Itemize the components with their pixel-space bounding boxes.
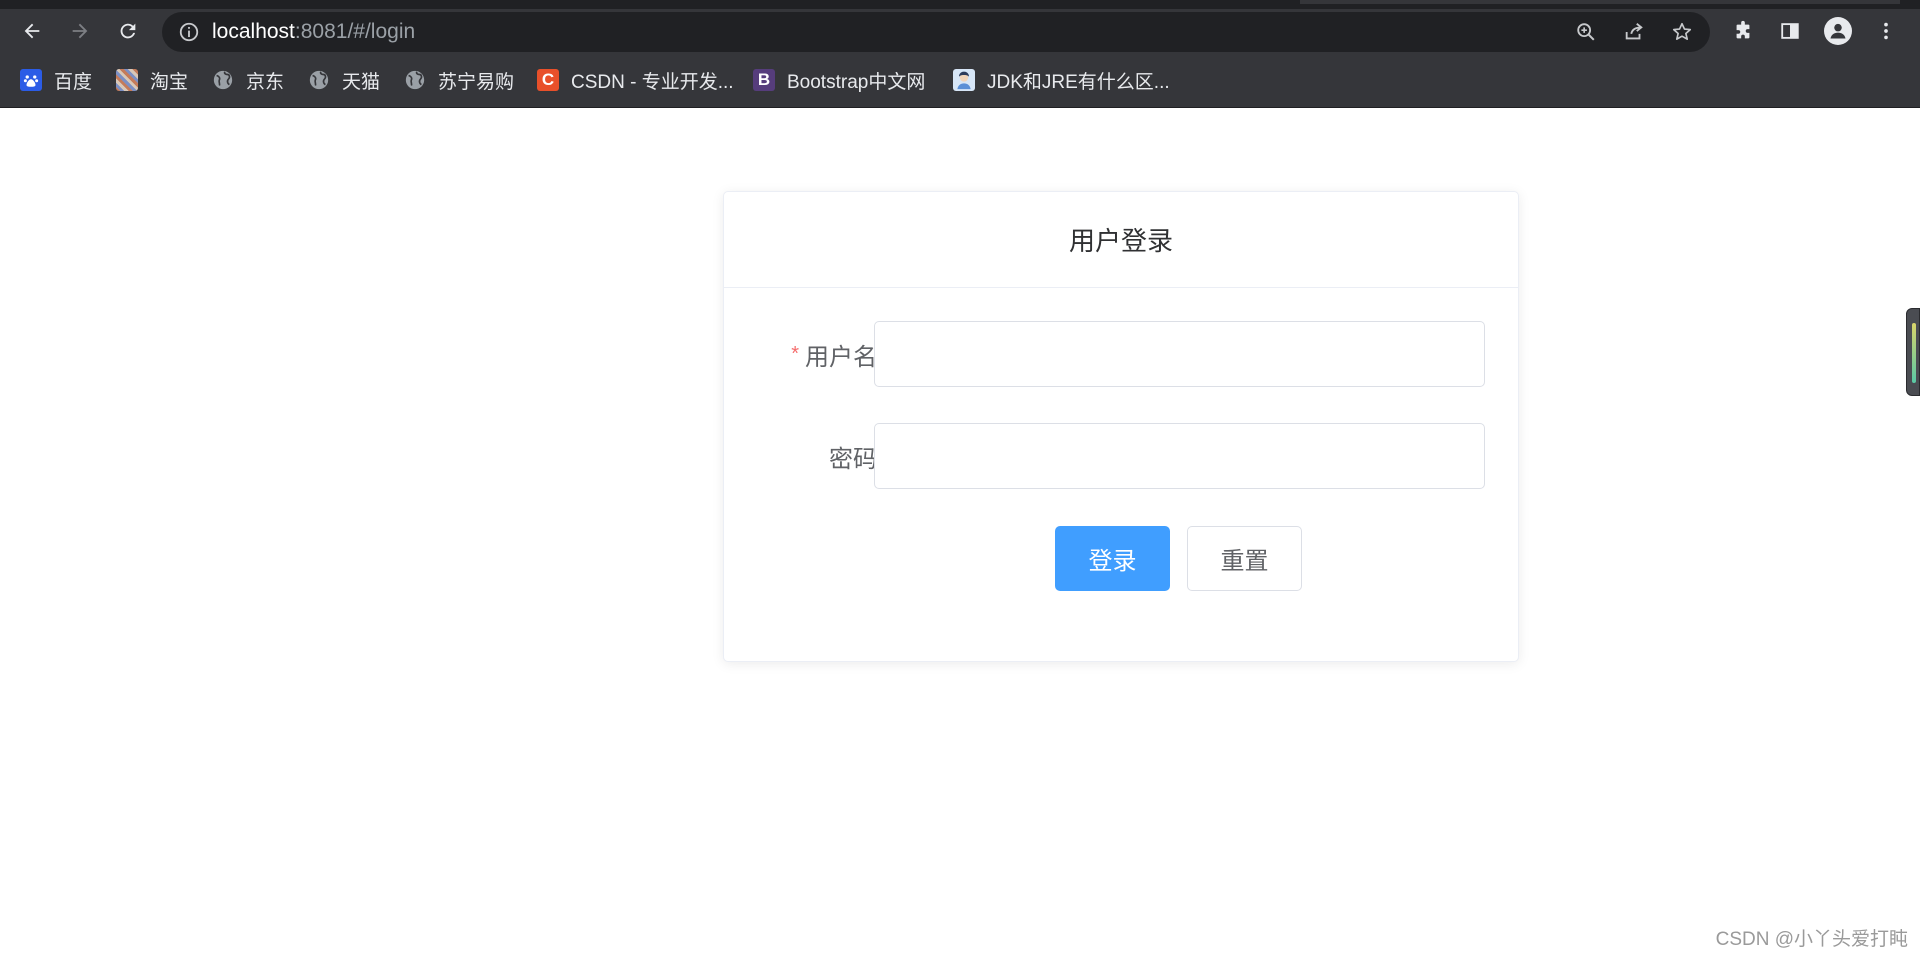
bookmark-baidu[interactable]: 百度 (20, 64, 92, 96)
url-text[interactable]: localhost:8081/#/login (212, 21, 415, 43)
profile-button[interactable] (1820, 13, 1856, 49)
watermark: CSDN @小丫头爱打盹 (1715, 929, 1908, 950)
browser-chrome: localhost:8081/#/login 百度 淘宝 京东 天猫 苏宁易购 … (0, 0, 1920, 108)
tab-strip-edge (1300, 0, 1900, 4)
edge-sidebar-widget[interactable] (1906, 308, 1920, 396)
arrow-right-icon (72, 23, 88, 39)
reset-button[interactable]: 重置 (1187, 526, 1302, 591)
password-label-text: 密码 (829, 445, 877, 473)
username-label-text: 用户名 (805, 343, 877, 371)
arrow-left-icon (24, 23, 40, 39)
bookmark-csdn[interactable]: C CSDN - 专业开发... (537, 64, 734, 96)
bookmark-label: 京东 (246, 71, 285, 93)
star-icon (1672, 22, 1692, 40)
bookmark-label: 淘宝 (150, 71, 189, 93)
login-card: 用户登录 * 用户名 密码 登录 重置 (723, 191, 1519, 662)
username-input[interactable] (874, 321, 1485, 387)
meter-bar (1912, 323, 1916, 383)
profile-avatar (1824, 17, 1852, 45)
bookmark-label: 苏宁易购 (438, 71, 515, 93)
side-panel-icon (1781, 23, 1799, 39)
reload-button[interactable] (110, 13, 146, 49)
login-button[interactable]: 登录 (1055, 526, 1170, 591)
url-host: localhost (212, 20, 295, 43)
site-info-icon[interactable] (178, 21, 200, 43)
puzzle-icon (1736, 20, 1750, 39)
tab-strip (0, 0, 1920, 9)
bookmarks-bar: 百度 淘宝 京东 天猫 苏宁易购 C CSDN - 专业开发... B Boot… (0, 60, 1920, 100)
password-label: 密码 (829, 423, 877, 489)
address-bar[interactable]: localhost:8081/#/login (162, 12, 1710, 52)
bookmark-label: 天猫 (342, 71, 381, 93)
avatar-icon (953, 69, 975, 91)
password-input[interactable] (874, 423, 1485, 489)
bookmark-suning[interactable]: 苏宁易购 (404, 64, 514, 96)
globe-icon (308, 69, 330, 91)
username-label: * 用户名 (791, 321, 877, 387)
browser-menu-button[interactable] (1868, 13, 1904, 49)
reload-icon (120, 23, 136, 39)
share-button[interactable] (1620, 18, 1648, 46)
baidu-icon (20, 69, 42, 91)
extensions-button[interactable] (1725, 13, 1761, 49)
zoom-button[interactable] (1572, 18, 1600, 46)
bookmark-jdk-jre[interactable]: JDK和JRE有什么区... (953, 64, 1170, 96)
side-panel-button[interactable] (1772, 13, 1808, 49)
person-icon (1830, 23, 1846, 39)
globe-icon (212, 69, 234, 91)
back-button[interactable] (14, 13, 50, 49)
bookmark-bootstrap[interactable]: B Bootstrap中文网 (753, 64, 925, 96)
csdn-icon: C (537, 69, 559, 91)
bootstrap-icon: B (753, 69, 775, 91)
bookmark-label: 百度 (54, 71, 93, 93)
globe-icon (404, 69, 426, 91)
browser-toolbar: localhost:8081/#/login (0, 9, 1920, 53)
bookmark-taobao[interactable]: 淘宝 (116, 64, 188, 96)
bookmark-tmall[interactable]: 天猫 (308, 64, 380, 96)
password-form-item: 密码 (724, 423, 1520, 489)
share-icon (1625, 23, 1643, 40)
login-title: 用户登录 (724, 192, 1518, 288)
bookmark-label: CSDN - 专业开发... (571, 71, 734, 93)
required-asterisk: * (791, 342, 799, 365)
username-form-item: * 用户名 (724, 321, 1520, 387)
bookmark-star-button[interactable] (1668, 18, 1696, 46)
bookmark-label: JDK和JRE有什么区... (987, 71, 1170, 93)
more-vertical-icon (1884, 22, 1888, 40)
bookmark-jd[interactable]: 京东 (212, 64, 284, 96)
url-path: :8081/#/login (294, 20, 416, 43)
forward-button[interactable] (62, 13, 98, 49)
taobao-icon (116, 69, 138, 91)
zoom-in-icon (1577, 23, 1595, 41)
bookmark-label: Bootstrap中文网 (787, 71, 926, 93)
